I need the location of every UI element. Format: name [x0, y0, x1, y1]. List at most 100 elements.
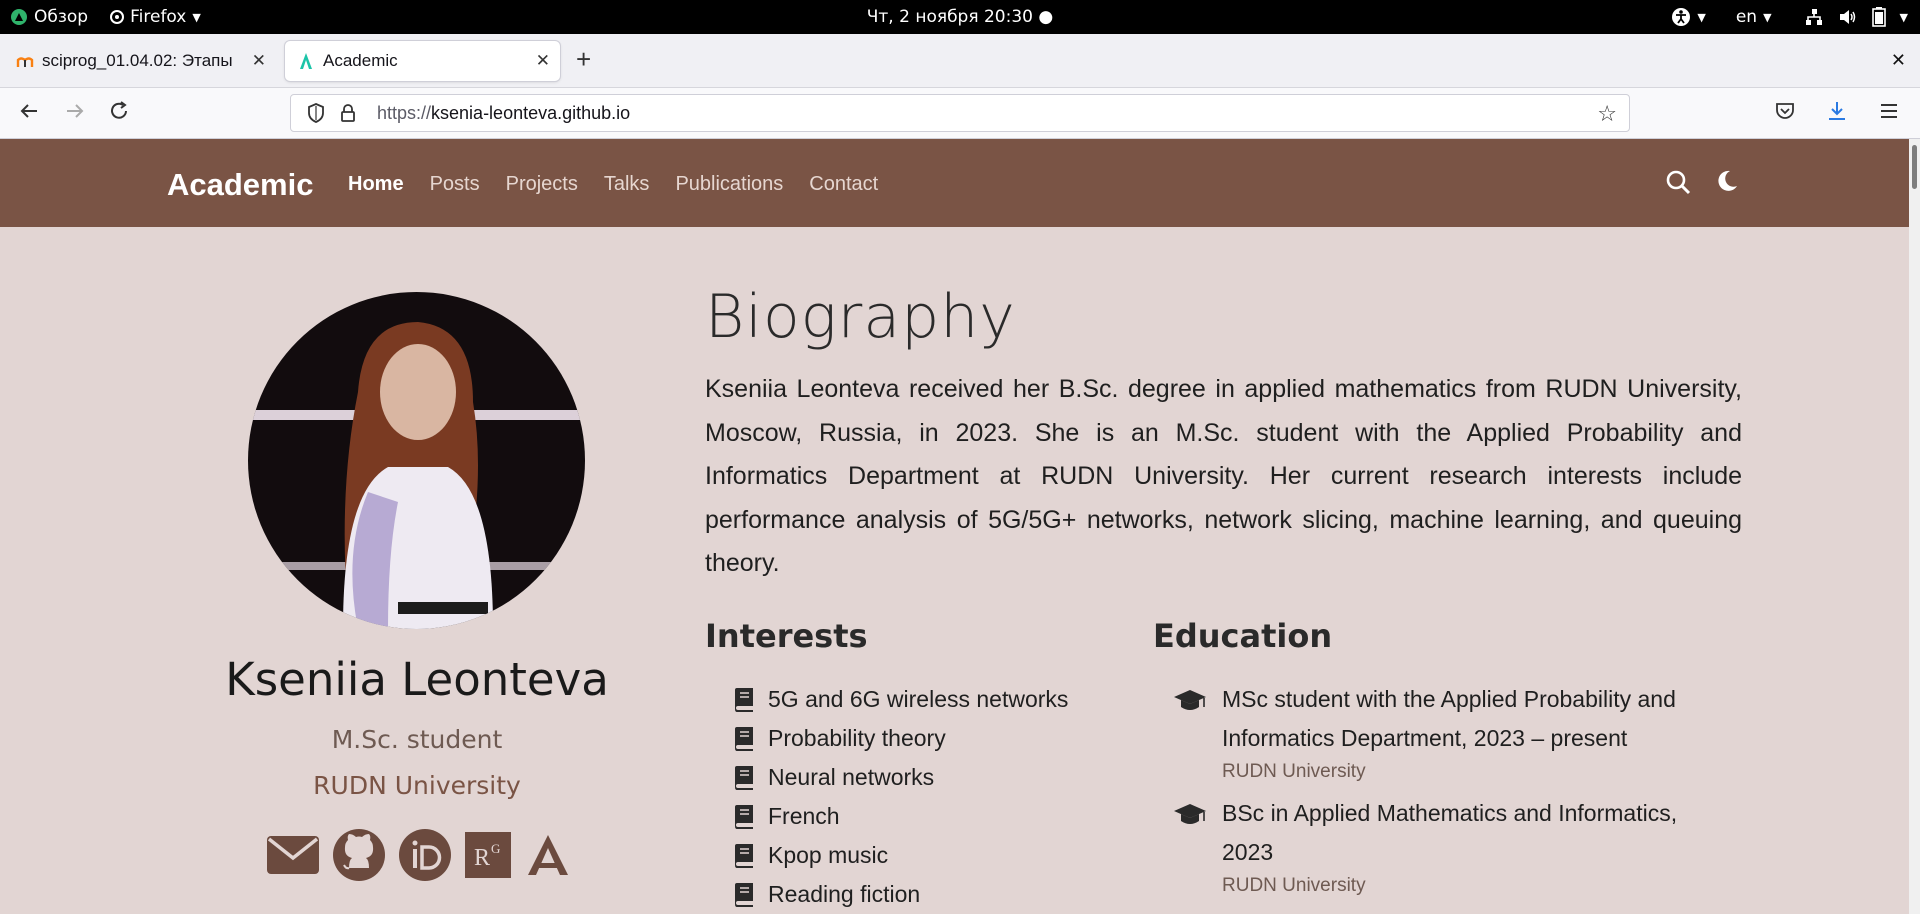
svg-text:R: R	[474, 845, 490, 871]
biography-title: Biography	[705, 282, 1016, 352]
reload-button[interactable]	[108, 100, 130, 128]
volume-icon	[1839, 10, 1855, 24]
pocket-icon[interactable]	[1774, 100, 1796, 122]
education-course: BSc in Applied Mathematics and Informati…	[1222, 800, 1678, 865]
interest-label: 5G and 6G wireless networks	[768, 686, 1069, 712]
page-scrollbar[interactable]	[1909, 139, 1920, 914]
interest-label: Neural networks	[768, 764, 935, 790]
tab-strip: sciprog_01.04.02: Этапы ✕ Academic ✕ + ✕	[0, 34, 1920, 88]
shield-icon[interactable]	[305, 102, 327, 124]
site-menu: Home Posts Projects Talks Publications C…	[348, 173, 878, 196]
accessibility-menu[interactable]: ▼	[1671, 7, 1706, 27]
list-item: MSc student with the Applied Probability…	[1173, 680, 1713, 786]
chevron-down-icon: ▼	[192, 10, 201, 24]
tab-academic[interactable]: Academic ✕	[285, 41, 560, 81]
graduation-cap-icon	[1174, 804, 1206, 824]
list-item: French	[733, 797, 1068, 836]
moodle-favicon-icon	[16, 52, 34, 70]
url-host: ksenia-leonteva.github.io	[431, 102, 631, 123]
social-links: RG	[266, 828, 572, 882]
interest-label: Probability theory	[768, 725, 946, 751]
url-bar[interactable]: https://ksenia-leonteva.github.io ☆	[290, 94, 1630, 132]
chevron-down-icon: ▼	[1697, 10, 1706, 24]
profile-role: M.Sc. student	[331, 725, 503, 754]
interests-list: 5G and 6G wireless networks Probability …	[733, 680, 1068, 914]
tab-title: Academic	[323, 51, 398, 70]
book-icon	[735, 687, 753, 712]
education-list: MSc student with the Applied Probability…	[1173, 680, 1713, 908]
new-tab-button[interactable]: +	[576, 44, 591, 75]
tab-sciprog[interactable]: sciprog_01.04.02: Этапы ✕	[4, 41, 276, 81]
scrollbar-thumb[interactable]	[1912, 145, 1917, 189]
orcid-icon[interactable]	[398, 828, 452, 882]
list-item: Probability theory	[733, 719, 1068, 758]
notification-dot-icon: ●	[1038, 7, 1054, 27]
app-menu[interactable]: Firefox ▼	[110, 7, 201, 27]
list-item: 5G and 6G wireless networks	[733, 680, 1068, 719]
bookmark-star-icon[interactable]: ☆	[1597, 101, 1617, 127]
firefox-small-icon	[110, 10, 125, 24]
reload-icon	[111, 101, 127, 119]
interests-title: Interests	[705, 617, 868, 655]
close-tab-icon[interactable]: ✕	[536, 51, 550, 71]
academia-icon[interactable]	[524, 831, 572, 879]
biography-text: Kseniia Leonteva received her B.Sc. degr…	[705, 375, 1742, 577]
chevron-down-icon: ▼	[1899, 10, 1908, 24]
profile-organization[interactable]: RUDN University	[167, 771, 667, 800]
clock[interactable]: Чт, 2 ноября 20:30 ●	[867, 7, 1053, 27]
url-text: https://ksenia-leonteva.github.io	[377, 103, 630, 124]
forward-button[interactable]	[64, 100, 86, 128]
site-navbar: Academic Home Posts Projects Talks Publi…	[0, 139, 1909, 227]
education-title: Education	[1153, 617, 1333, 655]
language-label: en	[1735, 7, 1758, 27]
downloads-icon[interactable]	[1826, 100, 1848, 122]
system-menu[interactable]: ▼	[1804, 7, 1908, 27]
book-icon	[735, 843, 753, 868]
site-brand[interactable]: Academic	[167, 167, 313, 203]
fedora-logo-icon	[11, 9, 27, 25]
menu-contact[interactable]: Contact	[809, 173, 878, 196]
network-icon	[1805, 9, 1822, 25]
menu-publications[interactable]: Publications	[675, 173, 783, 196]
menu-projects[interactable]: Projects	[506, 173, 578, 196]
hamburger-menu-icon[interactable]	[1878, 100, 1900, 122]
close-tab-icon[interactable]: ✕	[252, 51, 266, 71]
url-prefix: https://	[377, 102, 432, 123]
academic-favicon-icon	[297, 52, 315, 70]
chevron-down-icon: ▼	[1763, 10, 1772, 24]
list-item: Kpop music	[733, 836, 1068, 875]
arrow-right-icon	[67, 104, 84, 118]
researchgate-icon[interactable]: RG	[464, 831, 512, 879]
window-close-icon[interactable]: ✕	[1891, 50, 1906, 71]
avatar	[248, 292, 585, 629]
envelope-icon[interactable]	[266, 834, 320, 876]
menu-posts[interactable]: Posts	[430, 173, 480, 196]
activities-label: Обзор	[34, 7, 89, 27]
interest-label: Reading fiction	[768, 881, 921, 907]
book-icon	[735, 804, 753, 829]
lock-icon[interactable]	[337, 102, 359, 124]
moon-icon[interactable]	[1715, 169, 1739, 193]
activities-button[interactable]: Обзор	[10, 7, 88, 27]
language-menu[interactable]: en ▼	[1736, 7, 1772, 27]
list-item: Reading fiction	[733, 875, 1068, 914]
graduation-cap-icon	[1174, 690, 1206, 710]
system-top-bar: Обзор Firefox ▼ Чт, 2 ноября 20:30 ● ▼ e…	[0, 0, 1920, 34]
battery-icon	[1871, 7, 1886, 27]
menu-home[interactable]: Home	[348, 173, 404, 196]
menu-talks[interactable]: Talks	[604, 173, 650, 196]
list-item: Neural networks	[733, 758, 1068, 797]
book-icon	[735, 765, 753, 790]
book-icon	[735, 882, 753, 907]
accessibility-icon	[1672, 8, 1691, 26]
back-button[interactable]	[18, 100, 40, 128]
github-icon[interactable]	[332, 828, 386, 882]
education-institution: RUDN University	[1222, 875, 1366, 896]
search-icon[interactable]	[1665, 169, 1691, 195]
clock-text: Чт, 2 ноября 20:30	[866, 7, 1033, 27]
navigation-toolbar: https://ksenia-leonteva.github.io ☆	[0, 88, 1920, 139]
svg-text:G: G	[491, 841, 500, 856]
tab-title: sciprog_01.04.02: Этапы	[42, 51, 233, 70]
interest-label: Kpop music	[768, 842, 889, 868]
education-course: MSc student with the Applied Probability…	[1222, 686, 1676, 751]
